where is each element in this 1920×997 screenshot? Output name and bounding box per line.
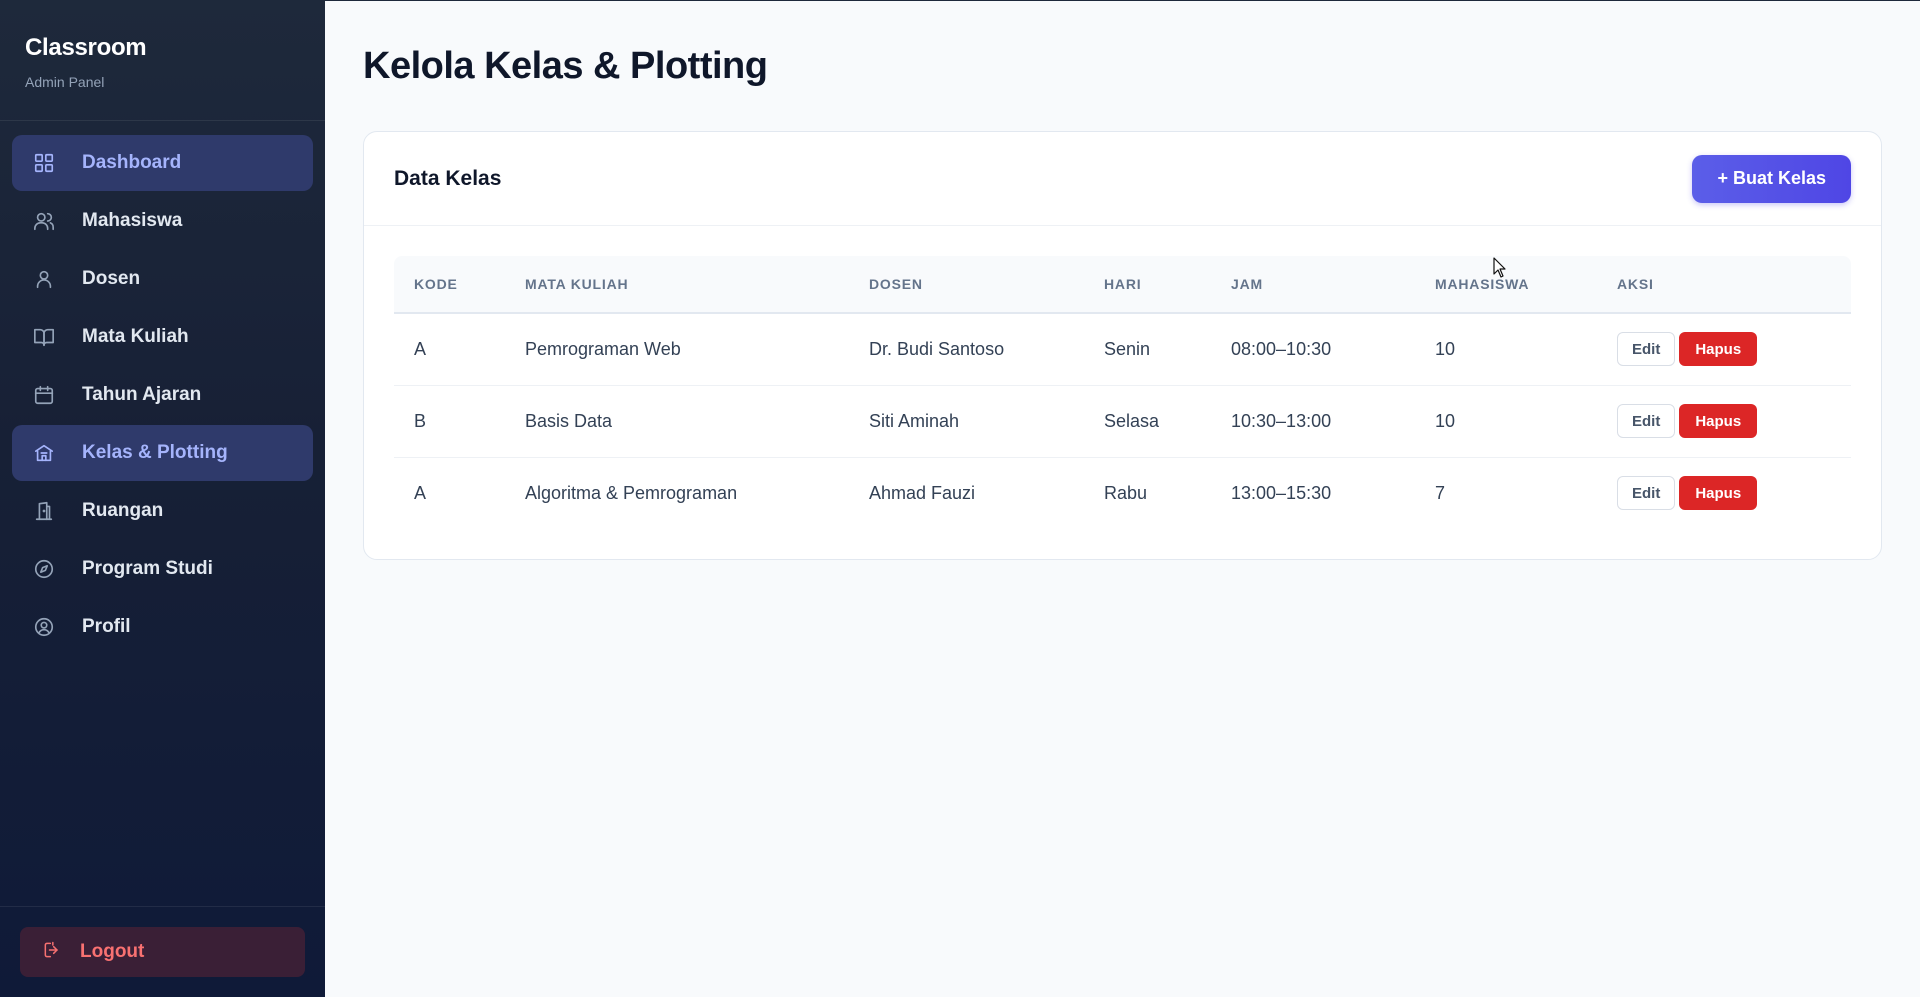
- sidebar-item-label: Profil: [82, 616, 131, 637]
- delete-button[interactable]: Hapus: [1679, 332, 1758, 367]
- cell-aksi: Edit Hapus: [1597, 313, 1851, 386]
- cell-mahasiswa: 7: [1435, 482, 1446, 503]
- sidebar-item-label: Dashboard: [82, 152, 182, 173]
- brand: Classroom Admin Panel: [0, 0, 325, 121]
- sidebar: Classroom Admin Panel Dashboard Mahasisw…: [0, 0, 325, 997]
- user-circle-icon: [32, 615, 56, 639]
- sidebar-item-label: Ruangan: [82, 500, 164, 521]
- column-header-dosen[interactable]: DOSEN: [849, 256, 1084, 314]
- cell-dosen: Ahmad Fauzi: [869, 482, 976, 503]
- sidebar-item-label: Mata Kuliah: [82, 326, 189, 347]
- sidebar-item-tahun-ajaran[interactable]: Tahun Ajaran: [12, 367, 313, 423]
- sidebar-item-mata-kuliah[interactable]: Mata Kuliah: [12, 309, 313, 365]
- cell-mata-kuliah: Basis Data: [505, 385, 849, 458]
- logout-button[interactable]: Logout: [20, 927, 305, 977]
- mouse-cursor-icon: [1493, 257, 1506, 278]
- data-kelas-card: Data Kelas + Buat Kelas KODE MATA KULIAH…: [363, 131, 1882, 560]
- cell-hari: Selasa: [1084, 385, 1211, 458]
- cell-aksi: Edit Hapus: [1597, 385, 1851, 458]
- create-class-button[interactable]: + Buat Kelas: [1692, 154, 1851, 203]
- classes-table: KODE MATA KULIAH DOSEN HARI JAM MAHASISW…: [394, 256, 1851, 529]
- calendar-icon: [32, 383, 56, 407]
- sidebar-item-label: Mahasiswa: [82, 210, 183, 231]
- cell-aksi: Edit Hapus: [1597, 457, 1851, 529]
- logout-icon: [42, 940, 62, 965]
- cell-dosen: Siti Aminah: [849, 385, 1084, 458]
- sidebar-item-label: Program Studi: [82, 558, 213, 579]
- brand-subtitle: Admin Panel: [25, 74, 105, 90]
- sidebar-item-dosen[interactable]: Dosen: [12, 251, 313, 307]
- edit-button[interactable]: Edit: [1617, 332, 1676, 367]
- grid-icon: [32, 151, 56, 175]
- cell-hari: Rabu: [1104, 482, 1148, 503]
- building-icon: [32, 441, 56, 465]
- sidebar-item-kelas-plotting[interactable]: Kelas & Plotting: [12, 425, 313, 481]
- cell-mata-kuliah: Algoritma & Pemrograman: [525, 482, 738, 503]
- cell-mata-kuliah: Pemrograman Web: [505, 313, 849, 386]
- cell-jam: 10:30–13:00: [1211, 385, 1415, 458]
- column-header-mata-kuliah[interactable]: MATA KULIAH: [505, 256, 849, 314]
- cell-hari: Senin: [1084, 313, 1211, 386]
- delete-button[interactable]: Hapus: [1679, 404, 1758, 438]
- table-wrapper: KODE MATA KULIAH DOSEN HARI JAM MAHASISW…: [364, 226, 1881, 529]
- cell-mahasiswa: 10: [1415, 385, 1597, 458]
- sidebar-nav: Dashboard Mahasiswa Dosen Mata Kuliah Ta…: [0, 121, 325, 906]
- sidebar-item-label: Tahun Ajaran: [82, 384, 202, 405]
- table-row: B Basis Data Siti Aminah Selasa 10:30–13…: [394, 385, 1851, 458]
- users-icon: [32, 209, 56, 233]
- cell-kode: B: [394, 385, 505, 458]
- cell-dosen: Dr. Budi Santoso: [849, 313, 1084, 386]
- card-header: Data Kelas + Buat Kelas: [364, 132, 1881, 226]
- sidebar-item-dashboard[interactable]: Dashboard: [12, 135, 313, 191]
- brand-title: Classroom: [25, 34, 147, 61]
- column-header-aksi: AKSI: [1597, 256, 1851, 314]
- cell-kode: A: [414, 482, 427, 503]
- delete-button[interactable]: Hapus: [1679, 476, 1758, 511]
- edit-button[interactable]: Edit: [1617, 404, 1676, 438]
- compass-icon: [32, 557, 56, 581]
- table-row: A Pemrograman Web Dr. Budi Santoso Senin…: [394, 313, 1851, 386]
- main-content: Kelola Kelas & Plotting Data Kelas + Bua…: [325, 0, 1920, 997]
- sidebar-item-profil[interactable]: Profil: [12, 599, 313, 655]
- sidebar-item-program-studi[interactable]: Program Studi: [12, 541, 313, 597]
- edit-button[interactable]: Edit: [1617, 476, 1676, 511]
- sidebar-item-mahasiswa[interactable]: Mahasiswa: [12, 193, 313, 249]
- column-header-hari[interactable]: HARI: [1084, 256, 1211, 314]
- sidebar-item-ruangan[interactable]: Ruangan: [12, 483, 313, 539]
- sidebar-footer: Logout: [0, 906, 325, 997]
- page-title: Kelola Kelas & Plotting: [363, 45, 768, 87]
- book-icon: [32, 325, 56, 349]
- column-header-kode[interactable]: KODE: [394, 256, 505, 314]
- cell-jam: 08:00–10:30: [1211, 313, 1415, 386]
- card-title: Data Kelas: [394, 166, 502, 190]
- sidebar-item-label: Dosen: [82, 268, 141, 289]
- logout-label: Logout: [80, 941, 145, 962]
- column-header-jam[interactable]: JAM: [1211, 256, 1415, 314]
- user-icon: [32, 267, 56, 291]
- cell-kode: A: [394, 313, 505, 386]
- table-row: A Algoritma & Pemrograman Ahmad Fauzi Ra…: [394, 457, 1851, 529]
- sidebar-item-label: Kelas & Plotting: [82, 442, 228, 463]
- cell-mahasiswa: 10: [1415, 313, 1597, 386]
- door-icon: [32, 499, 56, 523]
- cell-jam: 13:00–15:30: [1231, 482, 1332, 503]
- table-header-row: KODE MATA KULIAH DOSEN HARI JAM MAHASISW…: [394, 256, 1851, 314]
